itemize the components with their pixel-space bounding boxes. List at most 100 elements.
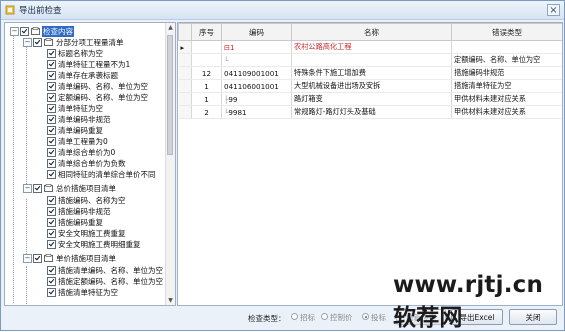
- checkbox[interactable]: [47, 170, 56, 179]
- cell-name: 常规路灯-路灯灯头及基础: [291, 105, 452, 119]
- scroll-up-arrow-icon[interactable]: ▲: [166, 23, 175, 32]
- checkbox[interactable]: [47, 229, 56, 238]
- tree-item-label: 清单存在承袭标题: [58, 71, 118, 80]
- checkbox[interactable]: [47, 148, 56, 157]
- tree-item-label: 措施清单特征为空: [58, 288, 118, 297]
- cell-error: 甲供材料未建对应关系: [451, 92, 562, 106]
- cell-name: [291, 53, 452, 67]
- checkbox[interactable]: [20, 27, 29, 36]
- collapse-icon[interactable]: −: [23, 38, 32, 47]
- export-check-window: 导出前检查 × − 检查内容 − 分部分项工程量清单 标题名称为空 清单特征工程…: [0, 0, 565, 331]
- radio-bid-label: 投标: [371, 313, 386, 322]
- row-gutter: [178, 53, 192, 67]
- cell-name: 农村公路高化工程: [291, 40, 452, 54]
- collapse-icon[interactable]: −: [10, 27, 19, 36]
- cell-seq: 1: [191, 92, 222, 106]
- tree-branch-icon: └: [224, 55, 229, 65]
- col-header-code[interactable]: 编码: [221, 23, 292, 41]
- cell-code-text: 1: [230, 42, 235, 52]
- cell-code: ⊟1: [221, 40, 292, 54]
- checkbox[interactable]: [47, 71, 56, 80]
- collapse-icon[interactable]: −: [23, 184, 32, 193]
- folder-icon: [44, 254, 53, 262]
- scroll-thumb[interactable]: [167, 35, 173, 155]
- table-row[interactable]: └ 定额编码、名称、单位为空: [178, 53, 562, 67]
- checkbox[interactable]: [47, 126, 56, 135]
- checkbox[interactable]: [47, 137, 56, 146]
- table-row[interactable]: 12 041109001001 特殊条件下施工增加费 措施编码非规范: [178, 66, 562, 80]
- tree-group-label: 分部分项工程量清单: [56, 38, 124, 47]
- cell-seq: 1: [191, 79, 222, 93]
- cell-error: [451, 40, 562, 54]
- cell-code: 041109001001: [221, 66, 292, 80]
- checkbox[interactable]: [47, 218, 56, 227]
- checkbox[interactable]: [47, 93, 56, 102]
- checkbox[interactable]: [33, 184, 42, 193]
- radio-tender-label: 招标: [300, 313, 315, 322]
- checkbox[interactable]: [47, 277, 56, 286]
- cell-name: 大型机械设备进出场及安拆: [291, 79, 452, 93]
- tree-item-label: 清单编码非规范: [58, 115, 111, 124]
- cell-code: ├99: [221, 92, 292, 106]
- tree-item-label: 相同特征的清单综合单价不同: [58, 170, 156, 179]
- folder-icon: [44, 184, 53, 192]
- checkbox[interactable]: [47, 115, 56, 124]
- cell-code: └: [221, 53, 292, 67]
- checkbox[interactable]: [47, 159, 56, 168]
- col-header-name[interactable]: 名称: [291, 23, 452, 41]
- row-gutter: ▸: [178, 40, 192, 54]
- cell-error: 措施编码非规范: [451, 66, 562, 80]
- scroll-down-arrow-icon[interactable]: ▼: [166, 296, 175, 305]
- folder-icon: [31, 27, 40, 35]
- tree-item-label: 措施编码重复: [58, 218, 103, 227]
- checkbox[interactable]: [47, 266, 56, 275]
- radio-tender[interactable]: [291, 313, 298, 320]
- cell-code-text: 99: [228, 94, 238, 104]
- row-gutter: [178, 79, 192, 93]
- row-gutter: [178, 92, 192, 106]
- tree-item-label: 清单综合单价为负数: [58, 159, 126, 168]
- watermark-text: www.rjtj.cn软荐网: [393, 272, 544, 331]
- col-header-error[interactable]: 错误类型: [451, 23, 562, 41]
- checkbox[interactable]: [47, 60, 56, 69]
- table-row[interactable]: 1 041106001001 大型机械设备进出场及安拆 措施清单特征为空: [178, 79, 562, 93]
- cell-seq: 12: [191, 66, 222, 80]
- checkbox[interactable]: [33, 38, 42, 47]
- row-gutter: [178, 66, 192, 80]
- cell-name: 特殊条件下施工增加费: [291, 66, 452, 80]
- checkbox[interactable]: [47, 207, 56, 216]
- tree-item-label: 清单综合单价为0: [58, 148, 116, 157]
- cell-code-text: 9981: [228, 107, 247, 117]
- error-table: 序号 编码 名称 错误类型 ▸ ⊟1 农村公路高化工程 └ 定额编码、名称、单位…: [178, 23, 562, 119]
- tree-item-label: 清单特征为空: [58, 104, 103, 113]
- check-type-label: 检查类型：: [248, 314, 286, 323]
- table-row[interactable]: 2 └9981 常规路灯-路灯灯头及基础 甲供材料未建对应关系: [178, 105, 562, 119]
- collapse-icon[interactable]: −: [23, 254, 32, 263]
- cell-error: 甲供材料未建对应关系: [451, 105, 562, 119]
- title-bar: 导出前检查 ×: [1, 1, 564, 20]
- checkbox[interactable]: [47, 240, 56, 249]
- col-header-seq[interactable]: 序号: [191, 23, 222, 41]
- cell-seq: [191, 40, 222, 54]
- checkbox[interactable]: [47, 196, 56, 205]
- cell-seq: 2: [191, 105, 222, 119]
- checkbox[interactable]: [47, 82, 56, 91]
- tree-scrollbar[interactable]: ▲ ▼: [165, 23, 175, 305]
- tree-item-label: 措施清单编码、名称、单位为空: [58, 266, 163, 275]
- error-grid: 序号 编码 名称 错误类型 ▸ ⊟1 农村公路高化工程 └ 定额编码、名称、单位…: [177, 22, 563, 306]
- row-gutter-header: [178, 23, 192, 41]
- tree-item-label: 安全文明施工费明细重复: [58, 240, 141, 249]
- table-row[interactable]: 1 ├99 路灯箱变 甲供材料未建对应关系: [178, 92, 562, 106]
- radio-bid[interactable]: [362, 313, 369, 320]
- cell-error: 定额编码、名称、单位为空: [451, 53, 562, 67]
- close-window-button[interactable]: ×: [547, 4, 560, 16]
- tree-root-label: 检查内容: [42, 26, 74, 37]
- checkbox[interactable]: [47, 288, 56, 297]
- tree-item-label: 清单编码、名称、单位为空: [58, 82, 148, 91]
- checkbox[interactable]: [33, 254, 42, 263]
- checkbox[interactable]: [47, 104, 56, 113]
- radio-control-price[interactable]: [321, 313, 328, 320]
- table-row[interactable]: ▸ ⊟1 农村公路高化工程: [178, 40, 562, 54]
- checkbox[interactable]: [47, 49, 56, 58]
- window-title: 导出前检查: [19, 6, 62, 16]
